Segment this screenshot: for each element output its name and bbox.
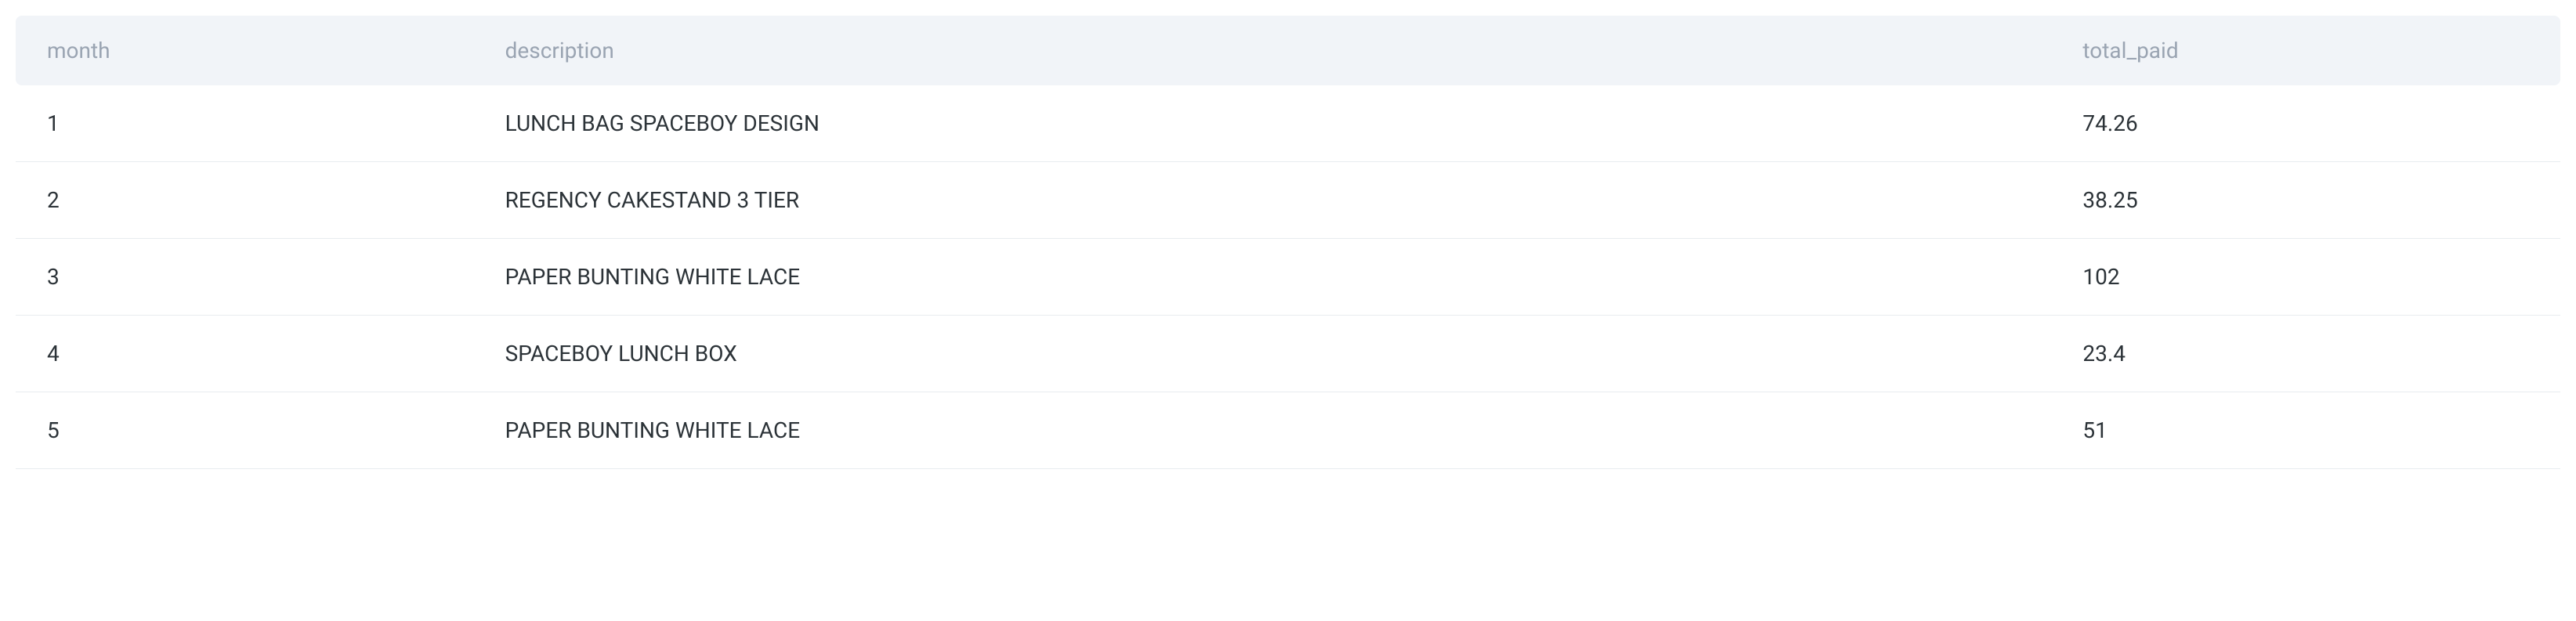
- cell-total-paid: 102: [2051, 239, 2560, 316]
- cell-description: PAPER BUNTING WHITE LACE: [474, 239, 2052, 316]
- cell-total-paid: 23.4: [2051, 316, 2560, 392]
- table-header: month description total_paid: [16, 16, 2560, 85]
- cell-month: 1: [16, 85, 474, 162]
- cell-description: REGENCY CAKESTAND 3 TIER: [474, 162, 2052, 239]
- cell-total-paid: 51: [2051, 392, 2560, 469]
- cell-description: PAPER BUNTING WHITE LACE: [474, 392, 2052, 469]
- table-row: 4 SPACEBOY LUNCH BOX 23.4: [16, 316, 2560, 392]
- table-row: 2 REGENCY CAKESTAND 3 TIER 38.25: [16, 162, 2560, 239]
- table-body: 1 LUNCH BAG SPACEBOY DESIGN 74.26 2 REGE…: [16, 85, 2560, 469]
- column-header-description: description: [474, 16, 2052, 85]
- cell-total-paid: 38.25: [2051, 162, 2560, 239]
- data-table: month description total_paid 1 LUNCH BAG…: [16, 16, 2560, 469]
- column-header-total-paid: total_paid: [2051, 16, 2560, 85]
- table-header-row: month description total_paid: [16, 16, 2560, 85]
- cell-month: 5: [16, 392, 474, 469]
- cell-month: 2: [16, 162, 474, 239]
- column-header-month: month: [16, 16, 474, 85]
- cell-description: LUNCH BAG SPACEBOY DESIGN: [474, 85, 2052, 162]
- cell-total-paid: 74.26: [2051, 85, 2560, 162]
- cell-month: 3: [16, 239, 474, 316]
- cell-month: 4: [16, 316, 474, 392]
- cell-description: SPACEBOY LUNCH BOX: [474, 316, 2052, 392]
- table-row: 1 LUNCH BAG SPACEBOY DESIGN 74.26: [16, 85, 2560, 162]
- table-row: 5 PAPER BUNTING WHITE LACE 51: [16, 392, 2560, 469]
- table-row: 3 PAPER BUNTING WHITE LACE 102: [16, 239, 2560, 316]
